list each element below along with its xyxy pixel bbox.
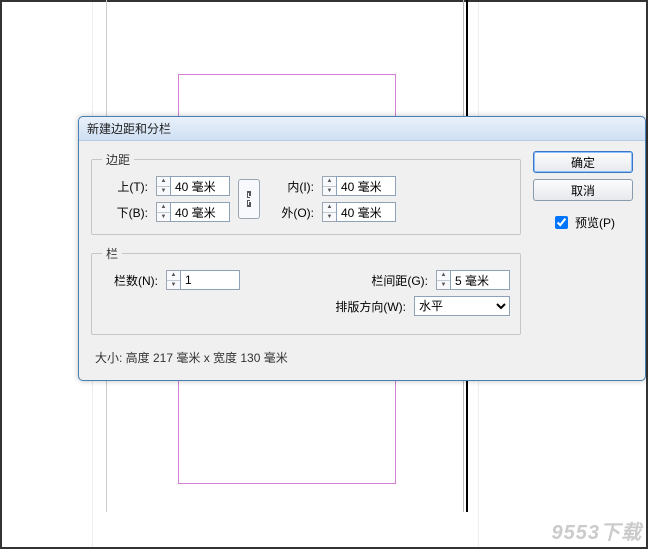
- link-margins-button[interactable]: [238, 179, 260, 219]
- spin-down-icon[interactable]: ▼: [157, 187, 170, 196]
- dialog-body: 边距 上(T): ▲▼ 内(I): ▲▼ 下(B):: [79, 141, 645, 380]
- margins-columns-dialog: 新建边距和分栏 边距 上(T): ▲▼ 内(I): ▲▼: [78, 116, 646, 381]
- preview-label: 预览(P): [575, 214, 615, 231]
- column-count-label: 栏数(N):: [102, 272, 158, 289]
- column-count-input[interactable]: ▲▼: [166, 270, 240, 290]
- spinner[interactable]: ▲▼: [156, 202, 170, 222]
- margin-top-input[interactable]: ▲▼: [156, 176, 230, 196]
- link-icon: [244, 189, 254, 209]
- margin-bottom-field[interactable]: [170, 202, 230, 222]
- cancel-button[interactable]: 取消: [533, 179, 633, 201]
- spin-up-icon[interactable]: ▲: [437, 271, 450, 281]
- margin-outside-input[interactable]: ▲▼: [322, 202, 396, 222]
- margins-fieldset: 边距 上(T): ▲▼ 内(I): ▲▼ 下(B):: [91, 151, 521, 235]
- dialog-right-column: 确定 取消 预览(P): [533, 151, 633, 366]
- spinner[interactable]: ▲▼: [436, 270, 450, 290]
- margin-inside-field[interactable]: [336, 176, 396, 196]
- spinner[interactable]: ▲▼: [166, 270, 180, 290]
- spinner[interactable]: ▲▼: [156, 176, 170, 196]
- dialog-title: 新建边距和分栏: [87, 120, 171, 137]
- gutter-field[interactable]: [450, 270, 510, 290]
- spin-down-icon[interactable]: ▼: [167, 281, 180, 290]
- gutter-label: 栏间距(G):: [358, 272, 428, 289]
- margin-outside-field[interactable]: [336, 202, 396, 222]
- columns-row-2: 排版方向(W): 水平: [102, 296, 510, 316]
- spin-up-icon[interactable]: ▲: [323, 177, 336, 187]
- column-count-field[interactable]: [180, 270, 240, 290]
- columns-row-1: 栏数(N): ▲▼ 栏间距(G): ▲▼: [102, 270, 510, 290]
- columns-legend: 栏: [102, 245, 122, 262]
- spin-down-icon[interactable]: ▼: [437, 281, 450, 290]
- direction-select-wrap[interactable]: 水平: [414, 296, 510, 316]
- margin-top-field[interactable]: [170, 176, 230, 196]
- spin-down-icon[interactable]: ▼: [323, 213, 336, 222]
- margins-legend: 边距: [102, 151, 134, 168]
- preview-checkbox-row[interactable]: 预览(P): [533, 213, 633, 232]
- margin-bottom-input[interactable]: ▲▼: [156, 202, 230, 222]
- ok-button[interactable]: 确定: [533, 151, 633, 173]
- margin-bottom-label: 下(B):: [102, 204, 148, 221]
- margin-inside-input[interactable]: ▲▼: [322, 176, 396, 196]
- dialog-titlebar[interactable]: 新建边距和分栏: [79, 117, 645, 141]
- spinner[interactable]: ▲▼: [322, 176, 336, 196]
- spin-up-icon[interactable]: ▲: [157, 203, 170, 213]
- preview-checkbox[interactable]: [555, 216, 568, 229]
- margins-grid: 上(T): ▲▼ 内(I): ▲▼ 下(B): ▲: [102, 176, 510, 222]
- direction-select[interactable]: 水平: [414, 296, 510, 316]
- margin-outside-label: 外(O):: [268, 204, 314, 221]
- spinner[interactable]: ▲▼: [322, 202, 336, 222]
- size-summary: 大小: 高度 217 毫米 x 宽度 130 毫米: [91, 349, 521, 366]
- margin-top-label: 上(T):: [102, 178, 148, 195]
- spin-up-icon[interactable]: ▲: [157, 177, 170, 187]
- spin-down-icon[interactable]: ▼: [323, 187, 336, 196]
- spin-up-icon[interactable]: ▲: [167, 271, 180, 281]
- direction-label: 排版方向(W):: [320, 298, 406, 315]
- gutter-input[interactable]: ▲▼: [436, 270, 510, 290]
- margin-inside-label: 内(I):: [268, 178, 314, 195]
- spin-down-icon[interactable]: ▼: [157, 213, 170, 222]
- columns-fieldset: 栏 栏数(N): ▲▼ 栏间距(G): ▲▼ 排版方向(W):: [91, 245, 521, 335]
- spin-up-icon[interactable]: ▲: [323, 203, 336, 213]
- dialog-left-column: 边距 上(T): ▲▼ 内(I): ▲▼ 下(B):: [91, 151, 521, 366]
